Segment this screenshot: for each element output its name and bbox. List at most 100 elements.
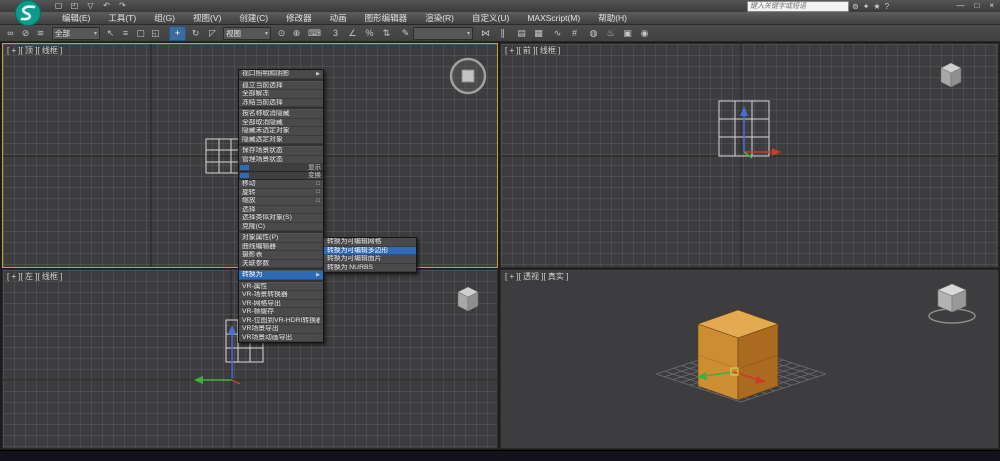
minimize-button[interactable]: — — [956, 0, 964, 12]
select-and-manipulate-icon[interactable]: ⊕ — [289, 27, 304, 40]
reference-coordinate-dropdown[interactable]: 视图▾ — [223, 27, 271, 40]
quad-menu-item[interactable]: 选择 — [239, 206, 323, 215]
menubar-item[interactable]: 修改器 — [277, 12, 321, 24]
quad-menu-item[interactable]: 选择类似对象(S) — [239, 214, 323, 223]
new-file-icon[interactable]: ▢ — [52, 1, 65, 11]
select-and-move-icon[interactable]: + — [169, 26, 186, 41]
angle-snap-icon[interactable]: ∠ — [345, 27, 360, 40]
quad-menu-item[interactable]: 缩放□ — [239, 197, 323, 206]
quad-menu-item[interactable]: 冻结当前选择 — [239, 99, 323, 108]
select-and-link-icon[interactable]: ∞ — [3, 27, 18, 40]
quad-menu-item[interactable]: 管理场景状态 — [239, 156, 323, 165]
curve-editor-icon[interactable]: ∿ — [550, 27, 565, 40]
open-folder-icon[interactable]: ◰ — [68, 1, 81, 11]
menubar-item[interactable]: 渲染(R) — [416, 12, 463, 24]
quad-menu-item[interactable]: 保存场景状态 — [239, 147, 323, 156]
quad-menu-item[interactable]: 孤立当前选择 — [239, 82, 323, 91]
window-crossing-icon[interactable]: ◱ — [148, 27, 163, 40]
mirror-icon[interactable]: ⋈ — [478, 27, 493, 40]
quad-menu-item[interactable]: 对象属性(P) — [239, 234, 323, 243]
viewport-label[interactable]: [ + ][ 顶 ][ 线框 ] — [7, 45, 62, 56]
select-object-icon[interactable]: ↖ — [103, 27, 118, 40]
quad-menu-item[interactable]: 全部解冻 — [239, 90, 323, 99]
quad-menu-item[interactable]: 转换为 NURBS — [324, 264, 416, 273]
quad-menu-item[interactable]: VR场景导出 — [239, 325, 323, 334]
viewport-label[interactable]: [ + ][ 前 ][ 线框 ] — [505, 45, 560, 56]
quad-menu-item[interactable]: 按名称取消隐藏 — [239, 110, 323, 119]
quad-title[interactable]: 变换 — [239, 172, 323, 180]
percent-snap-icon[interactable]: % — [362, 27, 377, 40]
search-input[interactable] — [747, 1, 849, 12]
menubar-item[interactable]: 创建(C) — [230, 12, 277, 24]
save-icon[interactable]: ▽ — [84, 1, 97, 11]
bind-to-space-warp-icon[interactable]: ≋ — [33, 27, 48, 40]
unlink-selection-icon[interactable]: ⊘ — [18, 27, 33, 40]
quad-menu-item[interactable]: 摄影表 — [239, 251, 323, 260]
use-pivot-center-icon[interactable]: ⊙ — [274, 27, 289, 40]
quad-menu-item[interactable]: 转换为可编辑多边形 — [324, 247, 416, 256]
menubar-item[interactable]: 视图(V) — [184, 12, 230, 24]
viewport-front[interactable]: [ + ][ 前 ][ 线框 ] — [500, 43, 999, 268]
quad-menu-item[interactable]: 关联参数 — [239, 260, 323, 269]
quad-menu-item[interactable]: VR-位图到VR-HDRI转换器 — [239, 317, 323, 326]
menubar-item[interactable]: 动画 — [321, 12, 356, 24]
layer-manager-icon[interactable]: ▤ — [514, 27, 529, 40]
selection-filter-dropdown[interactable]: 全部▾ — [52, 27, 100, 40]
rendered-frame-icon[interactable]: ▣ — [620, 27, 635, 40]
communication-center-icon[interactable]: ✦ — [863, 2, 870, 12]
maximize-button[interactable]: □ — [974, 0, 979, 12]
quad-menu-item[interactable]: 转换为▶ — [239, 271, 323, 280]
menubar-item[interactable]: 工具(T) — [99, 12, 145, 24]
render-setup-icon[interactable]: ♨ — [603, 27, 618, 40]
menubar-item[interactable]: MAXScript(M) — [518, 12, 589, 24]
material-editor-icon[interactable]: ◍ — [586, 27, 601, 40]
quad-menu-item[interactable]: 旋转□ — [239, 189, 323, 198]
quad-menu-item[interactable]: 转换为可编辑网格 — [324, 238, 416, 247]
quad-menu-item[interactable]: VR-帧缓存 — [239, 308, 323, 317]
schematic-view-icon[interactable]: # — [567, 27, 582, 40]
menubar-item[interactable]: 组(G) — [145, 12, 184, 24]
close-button[interactable]: × — [989, 0, 994, 12]
quad-menu-item[interactable]: VR场景动画导出 — [239, 334, 323, 343]
search-go-icon[interactable]: ⊚ — [852, 2, 859, 12]
help-icon[interactable]: ? — [885, 2, 889, 12]
select-and-rotate-icon[interactable]: ↻ — [188, 27, 203, 40]
render-production-icon[interactable]: ◉ — [637, 27, 652, 40]
viewport-perspective[interactable]: [ + ][ 透视 ][ 真实 ] — [500, 269, 999, 449]
quad-menu-item[interactable]: 克隆(C) — [239, 223, 323, 232]
menubar-item[interactable]: 编辑(E) — [53, 12, 99, 24]
quad-menu-item[interactable]: 隐藏选定对象 — [239, 136, 323, 145]
quad-menu-item[interactable]: VR-场景转换器 — [239, 291, 323, 300]
quad-menu-item[interactable]: 曲线编辑器 — [239, 243, 323, 252]
select-by-name-icon[interactable]: ≡ — [118, 27, 133, 40]
favorites-icon[interactable]: ★ — [873, 2, 880, 12]
named-selection-sets-dropdown[interactable]: ▾ — [413, 27, 473, 40]
rectangular-selection-icon[interactable]: ▢ — [133, 27, 148, 40]
ribbon-toggle-icon[interactable]: ▦ — [531, 27, 546, 40]
settings-box-icon[interactable]: □ — [316, 181, 320, 187]
settings-box-icon[interactable]: □ — [316, 198, 320, 204]
quad-menu-item[interactable]: 移动□ — [239, 180, 323, 189]
select-and-scale-icon[interactable]: ◸ — [205, 27, 220, 40]
snaps-toggle-icon[interactable]: 3 — [328, 27, 343, 40]
menubar-item[interactable]: 自定义(U) — [463, 12, 518, 24]
quad-menu-item[interactable]: 转换为可编辑面片 — [324, 255, 416, 264]
menubar-item[interactable]: 图形编辑器 — [356, 12, 417, 24]
quad-title[interactable]: 显示 — [239, 164, 323, 172]
3dsmax-logo-icon[interactable] — [13, 0, 45, 27]
menubar-item[interactable]: 帮助(H) — [589, 12, 636, 24]
align-icon[interactable]: ∥ — [495, 27, 510, 40]
redo-icon[interactable]: ↷ — [116, 1, 129, 11]
quad-menu-item[interactable]: 全部取消隐藏 — [239, 119, 323, 128]
quad-menu-item[interactable]: 视口照明和阴影▶ — [239, 70, 323, 79]
viewport-label[interactable]: [ + ][ 左 ][ 线框 ] — [7, 271, 62, 282]
quad-menu-item[interactable]: VR-属性 — [239, 283, 323, 292]
quad-menu-item[interactable]: VR-网格导出 — [239, 300, 323, 309]
spinner-snap-icon[interactable]: ⇅ — [379, 27, 394, 40]
viewport-label[interactable]: [ + ][ 透视 ][ 真实 ] — [505, 271, 568, 282]
undo-icon[interactable]: ↶ — [100, 1, 113, 11]
settings-box-icon[interactable]: □ — [316, 189, 320, 195]
quad-menu-item[interactable]: 隐藏未选定对象 — [239, 127, 323, 136]
keyboard-override-icon[interactable]: ⌨ — [307, 27, 322, 40]
edit-named-selection-sets-icon[interactable]: ✎ — [398, 27, 413, 40]
